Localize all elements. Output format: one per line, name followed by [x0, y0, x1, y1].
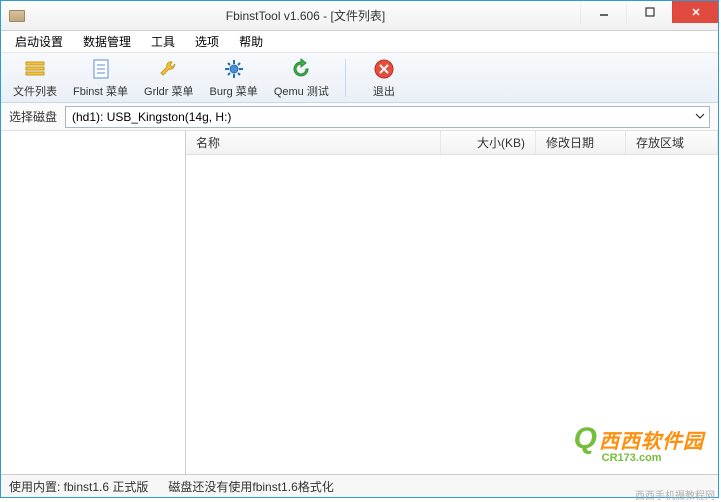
document-icon: [89, 57, 113, 81]
file-list-icon: [23, 57, 47, 81]
qemu-test-button[interactable]: Qemu 测试: [268, 55, 335, 101]
disk-select-label: 选择磁盘: [9, 108, 57, 125]
watermark: Q 西西软件园 CR173.com: [574, 422, 704, 464]
fbinst-menu-button[interactable]: Fbinst 菜单: [67, 55, 134, 101]
list-pane: 名称 大小(KB) 修改日期 存放区域 Q 西西软件园 CR173.com: [186, 131, 718, 474]
tree-pane[interactable]: [1, 131, 186, 474]
file-list-button[interactable]: 文件列表: [7, 55, 63, 101]
column-size[interactable]: 大小(KB): [441, 131, 536, 154]
statusbar: 使用内置: fbinst1.6 正式版 磁盘还没有使用fbinst1.6格式化: [1, 475, 718, 497]
qemu-test-label: Qemu 测试: [274, 83, 329, 99]
menu-data[interactable]: 数据管理: [73, 31, 141, 52]
grldr-menu-button[interactable]: Grldr 菜单: [138, 55, 200, 101]
column-name[interactable]: 名称: [186, 131, 441, 154]
file-list-label: 文件列表: [13, 83, 57, 99]
maximize-button[interactable]: [626, 1, 672, 23]
burg-menu-button[interactable]: Burg 菜单: [204, 55, 264, 101]
list-body[interactable]: Q 西西软件园 CR173.com: [186, 155, 718, 474]
menu-tools[interactable]: 工具: [141, 31, 185, 52]
gear-icon: [222, 57, 246, 81]
list-header: 名称 大小(KB) 修改日期 存放区域: [186, 131, 718, 155]
exit-button[interactable]: 退出: [356, 55, 412, 101]
menu-startup[interactable]: 启动设置: [5, 31, 73, 52]
menubar: 启动设置 数据管理 工具 选项 帮助: [1, 31, 718, 53]
disk-select-row: 选择磁盘 (hd1): USB_Kingston(14g, H:): [1, 103, 718, 131]
status-disk: 磁盘还没有使用fbinst1.6格式化: [168, 478, 333, 495]
watermark-logo-icon: Q: [574, 422, 597, 456]
minimize-icon: [599, 7, 609, 17]
app-window: FbinstTool v1.606 - [文件列表] 启动设置 数据管理 工具 …: [0, 0, 719, 498]
app-icon: [9, 10, 25, 22]
exit-icon: [372, 57, 396, 81]
menu-options[interactable]: 选项: [185, 31, 229, 52]
window-controls: [580, 1, 718, 30]
chevron-down-icon: [695, 110, 705, 124]
close-button[interactable]: [672, 1, 718, 23]
status-kernel: 使用内置: fbinst1.6 正式版: [9, 478, 148, 495]
close-icon: [691, 7, 701, 17]
disk-select-combo[interactable]: (hd1): USB_Kingston(14g, H:): [65, 106, 710, 128]
exit-label: 退出: [373, 83, 395, 99]
content-area: 名称 大小(KB) 修改日期 存放区域 Q 西西软件园 CR173.com: [1, 131, 718, 475]
maximize-icon: [645, 7, 655, 17]
titlebar: FbinstTool v1.606 - [文件列表]: [1, 1, 718, 31]
column-area[interactable]: 存放区域: [626, 131, 718, 154]
column-date[interactable]: 修改日期: [536, 131, 626, 154]
wrench-icon: [157, 57, 181, 81]
minimize-button[interactable]: [580, 1, 626, 23]
watermark-brand: 西西软件园: [599, 425, 704, 454]
burg-menu-label: Burg 菜单: [210, 83, 258, 99]
watermark-url: CR173.com: [602, 452, 662, 464]
fbinst-menu-label: Fbinst 菜单: [73, 83, 128, 99]
disk-select-value: (hd1): USB_Kingston(14g, H:): [72, 110, 231, 124]
toolbar-separator: [345, 59, 346, 97]
menu-help[interactable]: 帮助: [229, 31, 273, 52]
grldr-menu-label: Grldr 菜单: [144, 83, 194, 99]
window-title: FbinstTool v1.606 - [文件列表]: [31, 7, 580, 24]
toolbar: 文件列表 Fbinst 菜单 Grldr 菜单 Burg 菜单 Qemu 测试: [1, 53, 718, 103]
refresh-icon: [289, 57, 313, 81]
